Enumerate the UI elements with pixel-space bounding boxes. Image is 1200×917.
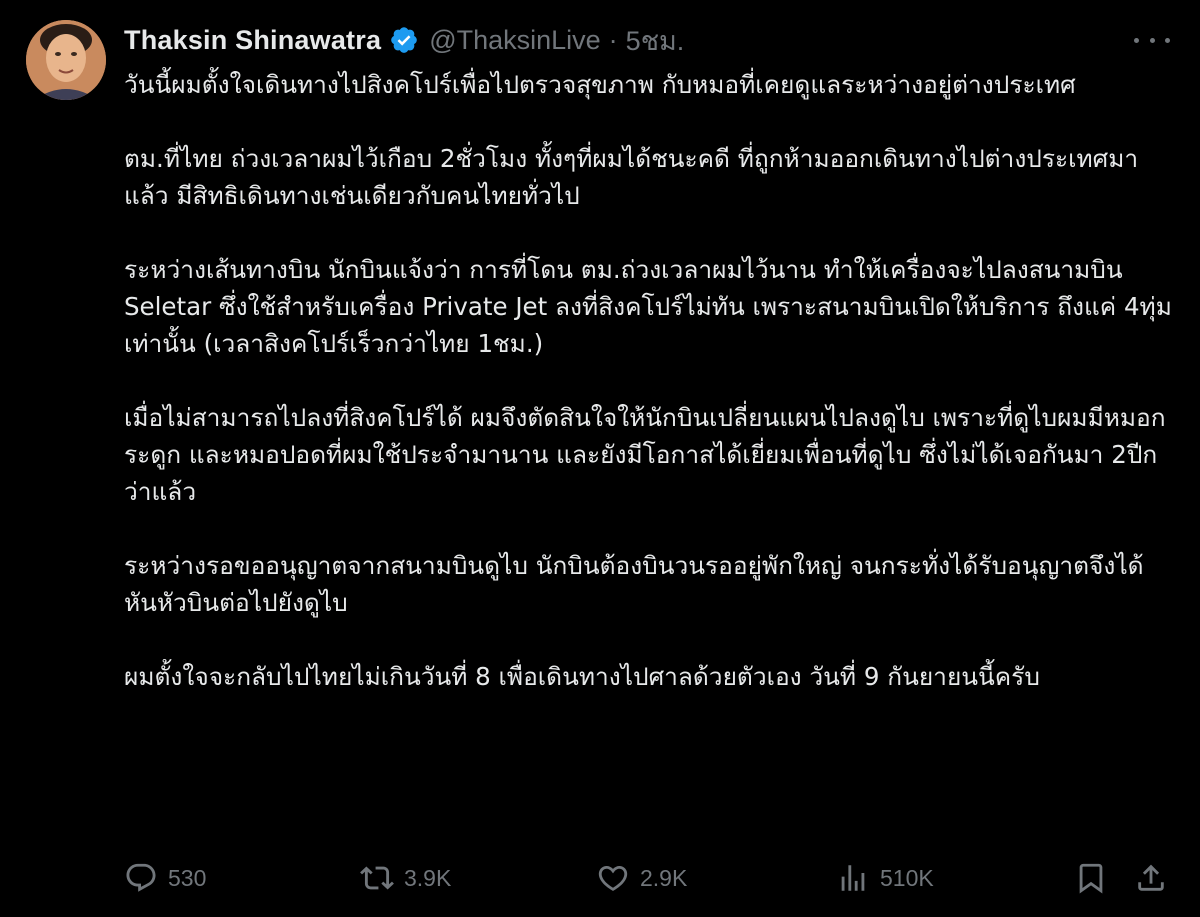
views-count: 510K (880, 864, 934, 891)
separator-dot: · (608, 24, 618, 55)
views-button[interactable]: 510K (836, 856, 934, 900)
reply-icon (126, 863, 156, 892)
tweet-paragraph: วันนี้ผมตั้งใจเดินทางไปสิงคโปร์เพื่อไปตร… (124, 70, 1076, 99)
reply-count: 530 (168, 864, 207, 891)
tweet-paragraph: ระหว่างเส้นทางบิน นักบินแจ้งว่า การที่โด… (124, 255, 1172, 358)
tweet-paragraph: ตม.ที่ไทย ถ่วงเวลาผมไว้เกือบ 2ชั่วโมง ทั… (124, 144, 1139, 210)
tweet-paragraph: ผมตั้งใจจะกลับไปไทยไม่เกินวันที่ 8 เพื่อ… (124, 662, 1040, 691)
views-icon (841, 865, 865, 891)
tweet-header: Thaksin Shinawatra @ThaksinLive · 5ชม. (124, 20, 684, 60)
tweet-paragraph: เมื่อไม่สามารถไปลงที่สิงคโปร์ได้ ผมจึงตั… (124, 403, 1166, 506)
retweet-button[interactable]: 3.9K (360, 856, 451, 900)
avatar-portrait-icon (26, 20, 106, 100)
tweet-text: วันนี้ผมตั้งใจเดินทางไปสิงคโปร์เพื่อไปตร… (124, 66, 1174, 732)
like-count: 2.9K (640, 864, 688, 891)
retweet-count: 3.9K (404, 864, 452, 891)
verified-badge-icon[interactable] (389, 25, 419, 55)
bookmark-button[interactable] (1074, 856, 1108, 900)
tweet: Thaksin Shinawatra @ThaksinLive · 5ชม. ว… (0, 0, 1200, 917)
more-dot (1134, 37, 1139, 43)
bookmark-icon (1079, 863, 1103, 894)
tweet-paragraph: ระหว่างรอขออนุญาตจากสนามบินดูไบ นักบินต้… (124, 551, 1144, 617)
like-button[interactable]: 2.9K (596, 856, 687, 900)
reply-button[interactable]: 530 (124, 856, 206, 900)
like-icon (598, 865, 628, 891)
more-dot (1149, 37, 1155, 43)
author-handle[interactable]: @ThaksinLive (429, 25, 600, 56)
more-options-icon[interactable] (1134, 26, 1170, 54)
share-icon (1138, 864, 1164, 891)
tweet-timestamp[interactable]: 5ชม. (626, 19, 685, 62)
avatar[interactable] (26, 20, 106, 100)
tweet-actions: 530 3.9K 2.9K 510K (124, 856, 1174, 900)
author-name[interactable]: Thaksin Shinawatra (124, 25, 381, 56)
share-button[interactable] (1134, 856, 1168, 900)
retweet-icon (360, 866, 394, 890)
more-dot (1165, 37, 1170, 43)
